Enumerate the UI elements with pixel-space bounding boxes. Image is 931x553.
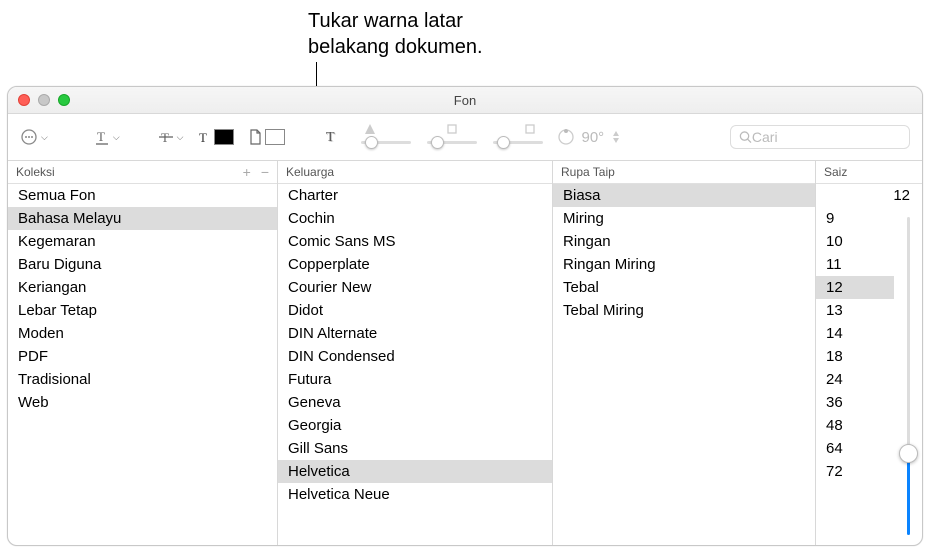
chevron-down-icon: ⌵ (177, 132, 184, 143)
search-input[interactable] (752, 129, 901, 145)
close-button[interactable] (18, 94, 30, 106)
list-item[interactable]: Gill Sans (278, 437, 552, 460)
size-slider[interactable] (894, 207, 922, 545)
list-item[interactable]: Tebal (553, 276, 815, 299)
typeface-header-label: Rupa Taip (561, 165, 615, 179)
list-item[interactable]: Helvetica Neue (278, 483, 552, 506)
font-panel-window: Fon ⌵ T ⌵ T ⌵ T TT (7, 86, 923, 546)
list-item[interactable]: 11 (816, 253, 894, 276)
list-item[interactable]: Kegemaran (8, 230, 277, 253)
text-shadow-button[interactable]: TT (323, 128, 341, 146)
list-item[interactable]: Biasa (553, 184, 815, 207)
size-column: Saiz 91011121314182436486472 (816, 161, 922, 545)
list-item[interactable]: Keriangan (8, 276, 277, 299)
list-item[interactable]: Ringan Miring (553, 253, 815, 276)
text-color-swatch (214, 129, 234, 145)
collection-list[interactable]: Semua FonBahasa MelayuKegemaranBaru Digu… (8, 184, 277, 545)
list-item[interactable]: DIN Condensed (278, 345, 552, 368)
svg-text:T: T (199, 130, 207, 145)
list-item[interactable]: Comic Sans MS (278, 230, 552, 253)
family-header: Keluarga (278, 161, 552, 184)
family-list[interactable]: CharterCochinComic Sans MSCopperplateCou… (278, 184, 552, 545)
document-color-button[interactable] (248, 128, 285, 146)
search-field[interactable] (730, 125, 910, 149)
toolbar: ⌵ T ⌵ T ⌵ T TT (8, 114, 922, 161)
underline-menu-button[interactable]: T ⌵ (94, 128, 120, 146)
actions-menu-button[interactable]: ⌵ (20, 128, 48, 146)
list-item[interactable]: 9 (816, 207, 894, 230)
titlebar: Fon (8, 87, 922, 114)
shadow-offset-slider[interactable] (493, 124, 543, 150)
list-item[interactable]: 72 (816, 460, 894, 483)
shadow-sliders (361, 124, 543, 150)
search-icon (739, 130, 752, 144)
list-item[interactable]: Futura (278, 368, 552, 391)
minimize-button[interactable] (38, 94, 50, 106)
list-item[interactable]: Web (8, 391, 277, 414)
list-item[interactable]: Lebar Tetap (8, 299, 277, 322)
list-item[interactable]: PDF (8, 345, 277, 368)
remove-collection-button[interactable]: − (261, 164, 269, 180)
list-item[interactable]: Semua Fon (8, 184, 277, 207)
typeface-column: Rupa Taip BiasaMiringRinganRingan Miring… (553, 161, 816, 545)
strikethrough-menu-button[interactable]: T ⌵ (158, 128, 184, 146)
list-item[interactable]: 14 (816, 322, 894, 345)
shadow-angle-label: 90° (581, 129, 604, 146)
columns-area: Koleksi + − Semua FonBahasa MelayuKegema… (8, 161, 922, 545)
list-item[interactable]: 48 (816, 414, 894, 437)
list-item[interactable]: Tebal Miring (553, 299, 815, 322)
list-item[interactable]: Tradisional (8, 368, 277, 391)
list-item[interactable]: Helvetica (278, 460, 552, 483)
shadow-opacity-slider[interactable] (361, 124, 411, 150)
chevron-down-icon: ⌵ (113, 132, 120, 143)
list-item[interactable]: 10 (816, 230, 894, 253)
list-item[interactable]: 13 (816, 299, 894, 322)
size-header-label: Saiz (824, 165, 847, 179)
typeface-list[interactable]: BiasaMiringRinganRingan MiringTebalTebal… (553, 184, 815, 545)
chevron-down-icon: ⌵ (41, 132, 48, 143)
list-item[interactable]: Georgia (278, 414, 552, 437)
svg-text:T: T (97, 129, 105, 144)
list-item[interactable]: 12 (816, 276, 894, 299)
list-item[interactable]: Baru Diguna (8, 253, 277, 276)
callout-text: Tukar warna latar belakang dokumen. (308, 8, 483, 60)
list-item[interactable]: 24 (816, 368, 894, 391)
list-item[interactable]: DIN Alternate (278, 322, 552, 345)
list-item[interactable]: 36 (816, 391, 894, 414)
shadow-angle-control[interactable]: 90° (557, 128, 622, 146)
family-header-label: Keluarga (286, 165, 334, 179)
list-item[interactable]: Cochin (278, 207, 552, 230)
list-item[interactable]: Geneva (278, 391, 552, 414)
shadow-blur-slider[interactable] (427, 124, 477, 150)
add-collection-button[interactable]: + (243, 164, 251, 180)
family-column: Keluarga CharterCochinComic Sans MSCoppe… (278, 161, 553, 545)
size-input[interactable] (844, 187, 916, 204)
list-item[interactable]: Courier New (278, 276, 552, 299)
traffic-lights (18, 94, 70, 106)
list-item[interactable]: 18 (816, 345, 894, 368)
window-title: Fon (454, 93, 476, 108)
size-header: Saiz (816, 161, 922, 184)
document-color-swatch (265, 129, 285, 145)
svg-text:T: T (326, 130, 335, 145)
collection-column: Koleksi + − Semua FonBahasa MelayuKegema… (8, 161, 278, 545)
collection-header: Koleksi + − (8, 161, 277, 184)
text-color-button[interactable]: T (197, 128, 234, 146)
list-item[interactable]: Ringan (553, 230, 815, 253)
list-item[interactable]: Miring (553, 207, 815, 230)
typeface-header: Rupa Taip (553, 161, 815, 184)
zoom-button[interactable] (58, 94, 70, 106)
collection-header-label: Koleksi (16, 165, 55, 179)
list-item[interactable]: Moden (8, 322, 277, 345)
list-item[interactable]: Didot (278, 299, 552, 322)
list-item[interactable]: 64 (816, 437, 894, 460)
size-list[interactable]: 91011121314182436486472 (816, 207, 894, 545)
list-item[interactable]: Copperplate (278, 253, 552, 276)
list-item[interactable]: Charter (278, 184, 552, 207)
list-item[interactable]: Bahasa Melayu (8, 207, 277, 230)
